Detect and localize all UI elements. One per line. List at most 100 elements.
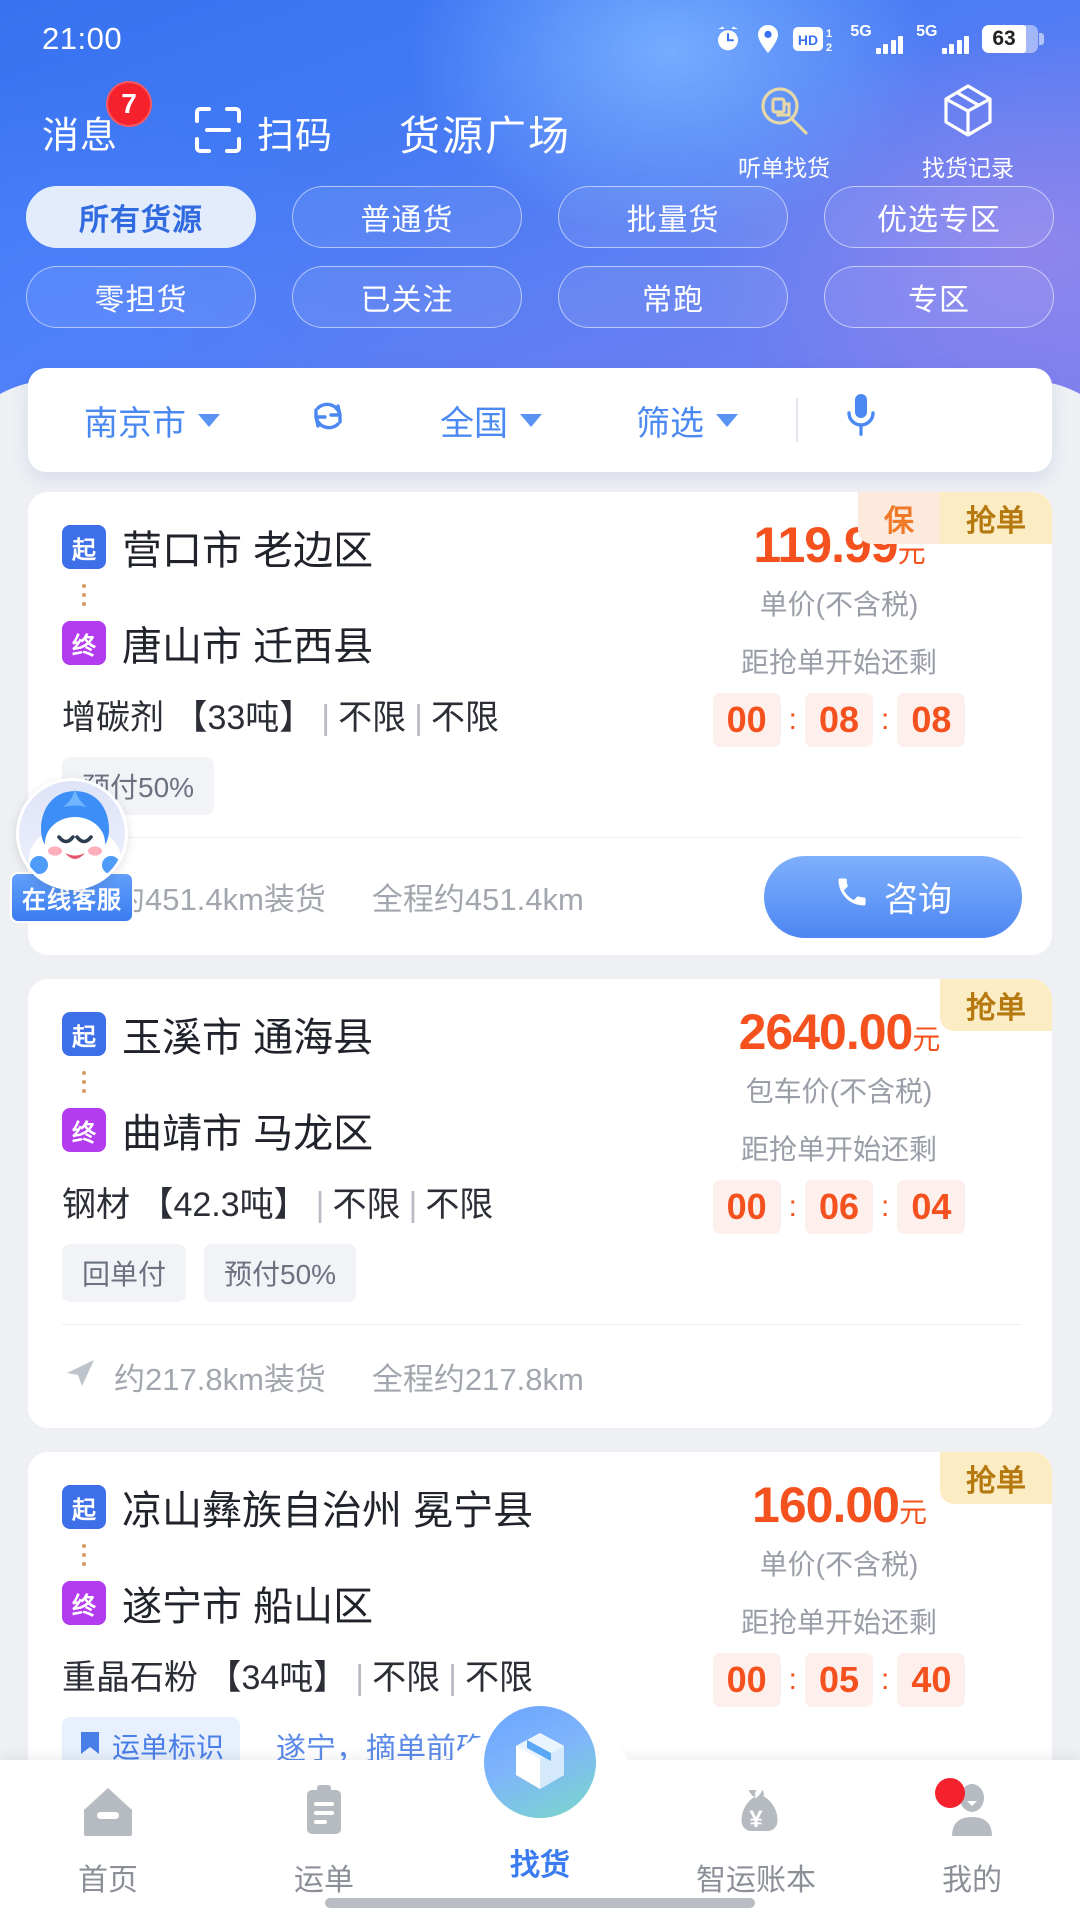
- countdown-timer: 00 : 05 : 40: [656, 1653, 1022, 1707]
- origin-badge: 起: [62, 525, 106, 569]
- tab-home[interactable]: 首页: [0, 1782, 216, 1899]
- card-body: 起 营口市 老边区 终 唐山市 迁西县 增碳剂 【33吨】 | 不限 | 不限 预付50…: [28, 518, 1052, 815]
- countdown-colon: :: [881, 1663, 890, 1696]
- goods-attr-2: 不限: [425, 1186, 494, 1224]
- header-actions: 听单找货 找货记录: [720, 82, 1032, 183]
- page-header: 21:00 HD 1 2 5G 5G 63 消息 7 扫码 货源广场 听单找货 …: [0, 0, 1080, 430]
- countdown-label: 距抢单开始还剩: [740, 1134, 937, 1165]
- price-value: 2640.00: [738, 1004, 914, 1060]
- pill-receipt-pay: 回单付: [62, 1244, 187, 1302]
- tab-profile-label: 我的: [942, 1864, 1002, 1897]
- cargo-history-box-icon: [939, 82, 997, 145]
- total-distance: 全程约451.4km: [371, 882, 584, 917]
- countdown-minutes: 06: [804, 1180, 874, 1234]
- goods-attr-1: 不限: [332, 1186, 401, 1224]
- tab-profile[interactable]: 我的: [864, 1778, 1080, 1899]
- scope-selector[interactable]: 全国: [440, 396, 542, 445]
- card-price-info: 119.99元 单价(不含税) 距抢单开始还剩 00 : 08 : 08: [656, 518, 1052, 815]
- refresh-button[interactable]: [306, 394, 350, 447]
- distance-info: 约451.4km装货 全程约451.4km: [62, 874, 584, 919]
- tab-find-cargo[interactable]: 找货: [432, 1698, 648, 1884]
- chip-all-cargo[interactable]: 所有货源: [26, 186, 256, 248]
- price-value: 160.00: [752, 1477, 900, 1533]
- card-tags: 抢单: [940, 979, 1052, 1031]
- cargo-history-label: 找货记录: [922, 154, 1014, 181]
- filter-selector[interactable]: 筛选: [636, 396, 738, 445]
- signal-bars-1: [875, 36, 904, 54]
- cargo-card[interactable]: 保 抢单 起 营口市 老边区 终 唐山市 迁西县 增碳剂 【33吨】 | 不限 | 不限…: [28, 492, 1052, 955]
- payment-pills: 预付50%: [62, 757, 656, 815]
- card-route-info: 起 玉溪市 通海县 终 曲靖市 马龙区 钢材 【42.3吨】 | 不限 | 不限 回单付…: [28, 1005, 656, 1302]
- consult-label: 咨询: [884, 881, 952, 919]
- voice-search-button[interactable]: [844, 392, 878, 449]
- city-selector[interactable]: 南京市: [84, 396, 220, 445]
- card-tags: 抢单: [940, 1452, 1052, 1504]
- cargo-card[interactable]: 抢单 起 玉溪市 通海县 终 曲靖市 马龙区 钢材 【42.3吨】 | 不限 | 不限 …: [28, 979, 1052, 1428]
- pill-prepay: 预付50%: [204, 1244, 357, 1302]
- find-cargo-center-button[interactable]: [476, 1698, 604, 1826]
- scan-button[interactable]: 扫码: [193, 105, 333, 160]
- cargo-history-button[interactable]: 找货记录: [904, 82, 1032, 183]
- route-connector: [62, 1063, 106, 1101]
- messages-button[interactable]: 消息 7: [42, 81, 152, 159]
- card-route-info: 起 营口市 老边区 终 唐山市 迁西县 增碳剂 【33吨】 | 不限 | 不限 预付50…: [28, 518, 656, 815]
- goods-attr-1: 不限: [372, 1659, 441, 1697]
- chip-followed[interactable]: 已关注: [292, 266, 522, 328]
- page-title: 货源广场: [399, 113, 571, 159]
- filter-chip-row-1: 所有货源 普通货 批量货 优选专区: [26, 186, 1054, 248]
- cargo-list[interactable]: 保 抢单 起 营口市 老边区 终 唐山市 迁西县 增碳剂 【33吨】 | 不限 | 不限…: [0, 492, 1080, 1760]
- countdown-seconds: 04: [897, 1180, 966, 1234]
- origin-text: 玉溪市 通海县: [122, 1016, 374, 1060]
- status-bar: 21:00 HD 1 2 5G 5G 63: [0, 0, 1080, 78]
- countdown-minutes: 05: [804, 1653, 874, 1707]
- svg-text:¥: ¥: [749, 1806, 763, 1833]
- filter-chips: 所有货源 普通货 批量货 优选专区 零担货 已关注 常跑 专区: [0, 186, 1080, 346]
- countdown-label: 距抢单开始还剩: [740, 1607, 937, 1638]
- tab-home-label: 首页: [78, 1864, 138, 1897]
- navigation-arrow-icon: [62, 1355, 98, 1399]
- voice-order-search-label: 听单找货: [738, 154, 830, 181]
- online-customer-service-widget[interactable]: 在线客服: [8, 778, 136, 923]
- consult-button[interactable]: 咨询: [764, 855, 1022, 938]
- countdown-colon: :: [788, 1190, 797, 1223]
- chip-zone[interactable]: 专区: [824, 266, 1054, 328]
- countdown-timer: 00 : 08 : 08: [656, 693, 1022, 747]
- countdown-seconds: 08: [897, 693, 966, 747]
- tab-waybill[interactable]: 运单: [216, 1782, 432, 1899]
- location-pin-icon: [756, 24, 780, 54]
- chip-frequent-route[interactable]: 常跑: [558, 266, 788, 328]
- chip-preferred-zone[interactable]: 优选专区: [824, 186, 1054, 248]
- origin-row: 起 营口市 老边区: [62, 518, 656, 576]
- microphone-icon: [844, 392, 878, 449]
- battery-icon: 63: [982, 25, 1044, 53]
- search-filter-bar: 南京市 全国 筛选: [28, 368, 1052, 472]
- chip-normal-cargo[interactable]: 普通货: [292, 186, 522, 248]
- tab-find-cargo-label: 找货: [510, 1849, 570, 1882]
- chevron-down-icon: [198, 413, 220, 427]
- filter-selector-label: 筛选: [636, 404, 704, 443]
- goods-info: 钢材 【42.3吨】 | 不限 | 不限: [62, 1186, 494, 1224]
- goods-info: 增碳剂 【33吨】 | 不限 | 不限: [62, 699, 499, 737]
- chip-ltl-cargo[interactable]: 零担货: [26, 266, 256, 328]
- price-type: 单价(不含税): [759, 1549, 919, 1580]
- destination-badge: 终: [62, 1108, 106, 1152]
- card-footer: 约451.4km装货 全程约451.4km 咨询: [62, 837, 1022, 955]
- tab-smart-ledger[interactable]: ¥ 智运账本: [648, 1782, 864, 1899]
- origin-row: 起 玉溪市 通海县: [62, 1005, 656, 1063]
- price-unit: 元: [898, 1497, 927, 1528]
- goods-attr-2: 不限: [464, 1659, 533, 1697]
- total-distance: 全程约217.8km: [371, 1362, 584, 1397]
- payment-pills: 回单付 预付50%: [62, 1244, 656, 1302]
- scope-selector-label: 全国: [440, 404, 508, 443]
- city-selector-label: 南京市: [84, 404, 186, 443]
- online-customer-service-avatar: [16, 778, 128, 890]
- countdown-colon: :: [881, 1190, 890, 1223]
- pickup-distance: 约217.8km装货: [114, 1362, 326, 1397]
- svg-text:1: 1: [826, 28, 832, 40]
- signal-bars-2: [941, 36, 969, 54]
- countdown-minutes: 08: [804, 693, 874, 747]
- price-type: 包车价(不含税): [745, 1076, 933, 1107]
- goods-name-weight: 钢材 【42.3吨】: [62, 1186, 308, 1224]
- chip-bulk-cargo[interactable]: 批量货: [558, 186, 788, 248]
- voice-order-search-button[interactable]: 听单找货: [720, 82, 848, 183]
